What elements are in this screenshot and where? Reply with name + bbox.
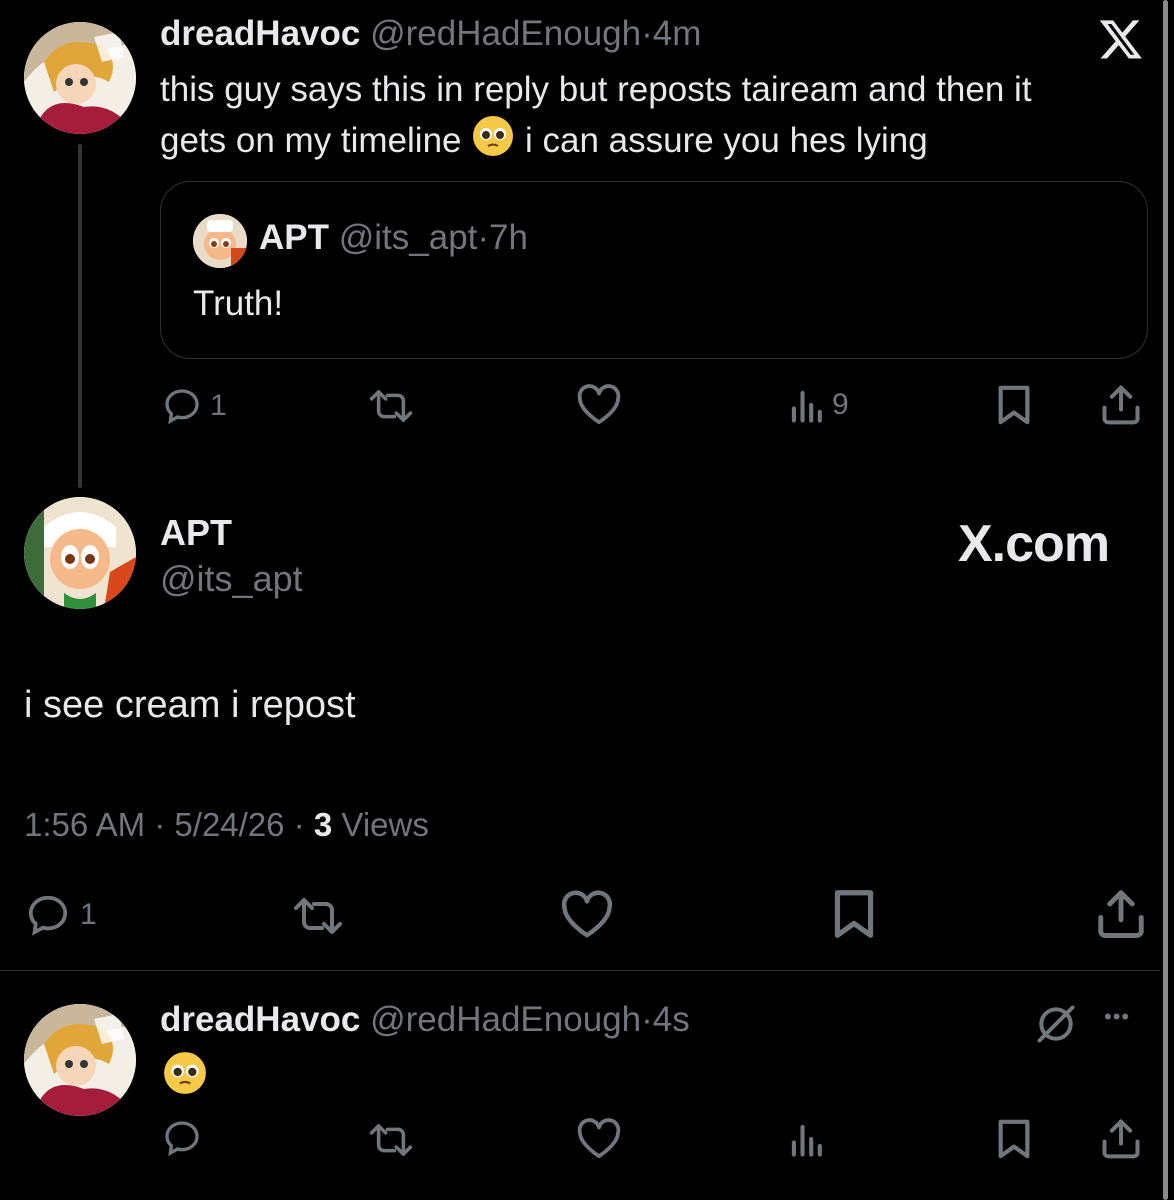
avatar-apt[interactable] (24, 497, 136, 609)
views-number: 3 (313, 806, 333, 843)
post-header: dreadHavoc @redHadEnough·4s (160, 1000, 690, 1040)
repost-button[interactable] (368, 1120, 414, 1160)
separator: · (154, 806, 166, 843)
display-name[interactable]: dreadHavoc (160, 1000, 360, 1039)
avatar-dreadhavoc[interactable] (24, 1004, 136, 1116)
post-date[interactable]: 5/24/26 (174, 806, 284, 843)
timestamp[interactable]: 4s (653, 1000, 690, 1039)
separator: · (477, 218, 490, 257)
reply-icon (165, 389, 199, 425)
views-button[interactable]: 9 (788, 386, 849, 424)
heart-icon (577, 1118, 621, 1159)
reply-count: 1 (210, 389, 227, 422)
x-logo-icon[interactable] (1098, 16, 1144, 62)
handle[interactable]: @redHadEnough (370, 1000, 641, 1039)
share-icon (1098, 890, 1144, 938)
quote-text: Truth! (193, 284, 284, 323)
quote-handle: @its_apt (338, 218, 478, 257)
reply-button[interactable]: 1 (162, 386, 227, 426)
display-name[interactable]: APT (160, 512, 232, 554)
like-button[interactable] (576, 1118, 622, 1160)
quote-header: APT @its_apt·7h (259, 218, 528, 258)
avatar-dreadhavoc[interactable] (24, 22, 136, 134)
reply-icon (28, 895, 68, 936)
quote-display-name: APT (259, 218, 329, 257)
text-segment: i can assure you hes lying (525, 120, 928, 160)
pleading-face-emoji (471, 114, 515, 171)
x-com-watermark: X.com (958, 515, 1110, 573)
repost-icon (369, 390, 413, 422)
post-time[interactable]: 1:56 AM (24, 806, 145, 843)
share-icon (1102, 385, 1140, 425)
post-text-line1: this guy says this in reply but reposts … (160, 70, 1032, 109)
scrollbar[interactable] (1163, 0, 1168, 1200)
bookmark-icon (998, 385, 1030, 425)
repost-icon (294, 898, 342, 934)
grok-icon[interactable] (1034, 1002, 1078, 1051)
views-icon (791, 1124, 822, 1157)
repost-button[interactable] (368, 386, 414, 426)
quote-timestamp: 7h (489, 218, 528, 257)
thread-connector-line (78, 144, 82, 488)
bookmark-button[interactable] (996, 384, 1032, 426)
post-text-line2: gets on my timeline i can assure you hes… (160, 114, 1032, 171)
post-text: i see cream i repost (24, 684, 356, 726)
section-divider (0, 970, 1160, 971)
reply-count: 1 (80, 898, 97, 931)
separator: · (641, 1000, 653, 1039)
views-label: Views (341, 806, 429, 843)
text-segment: gets on my timeline (160, 120, 462, 160)
post-meta: 1:56 AM · 5/24/26 · 3 Views (24, 806, 429, 844)
separator: · (293, 806, 305, 843)
bookmark-icon (998, 1119, 1030, 1159)
avatar-image (24, 22, 136, 134)
handle[interactable]: @redHadEnough (370, 14, 641, 53)
handle[interactable]: @its_apt (160, 558, 303, 600)
reply-button[interactable] (162, 1118, 202, 1158)
avatar-image (24, 497, 136, 609)
share-button[interactable] (1100, 382, 1142, 426)
more-options-icon[interactable]: ••• (1104, 1004, 1130, 1030)
views-button[interactable] (788, 1120, 824, 1158)
views-icon (791, 390, 822, 423)
repost-button[interactable] (288, 894, 348, 938)
reply-button[interactable]: 1 (24, 892, 97, 938)
post-text: this guy says this in reply but reposts … (160, 66, 1032, 171)
share-icon (1102, 1119, 1140, 1159)
views-count: 9 (832, 388, 849, 421)
pleading-face-emoji (162, 1050, 208, 1101)
display-name[interactable]: dreadHavoc (160, 14, 360, 53)
heart-icon (561, 890, 613, 938)
like-button[interactable] (576, 384, 622, 426)
like-button[interactable] (560, 890, 614, 940)
quoted-post-card[interactable]: APT @its_apt·7h Truth! (160, 181, 1148, 359)
reply-icon (165, 1121, 199, 1157)
post-header: dreadHavoc @redHadEnough·4m (160, 14, 701, 54)
quote-avatar (193, 214, 247, 268)
bookmark-button[interactable] (832, 888, 876, 940)
bookmark-icon (834, 890, 874, 938)
repost-icon (369, 1124, 413, 1156)
timestamp[interactable]: 4m (653, 14, 702, 53)
bookmark-button[interactable] (996, 1118, 1032, 1160)
share-button[interactable] (1100, 1116, 1142, 1160)
heart-icon (577, 384, 621, 425)
separator: · (641, 14, 653, 53)
share-button[interactable] (1096, 886, 1146, 940)
avatar-image (24, 1004, 136, 1116)
